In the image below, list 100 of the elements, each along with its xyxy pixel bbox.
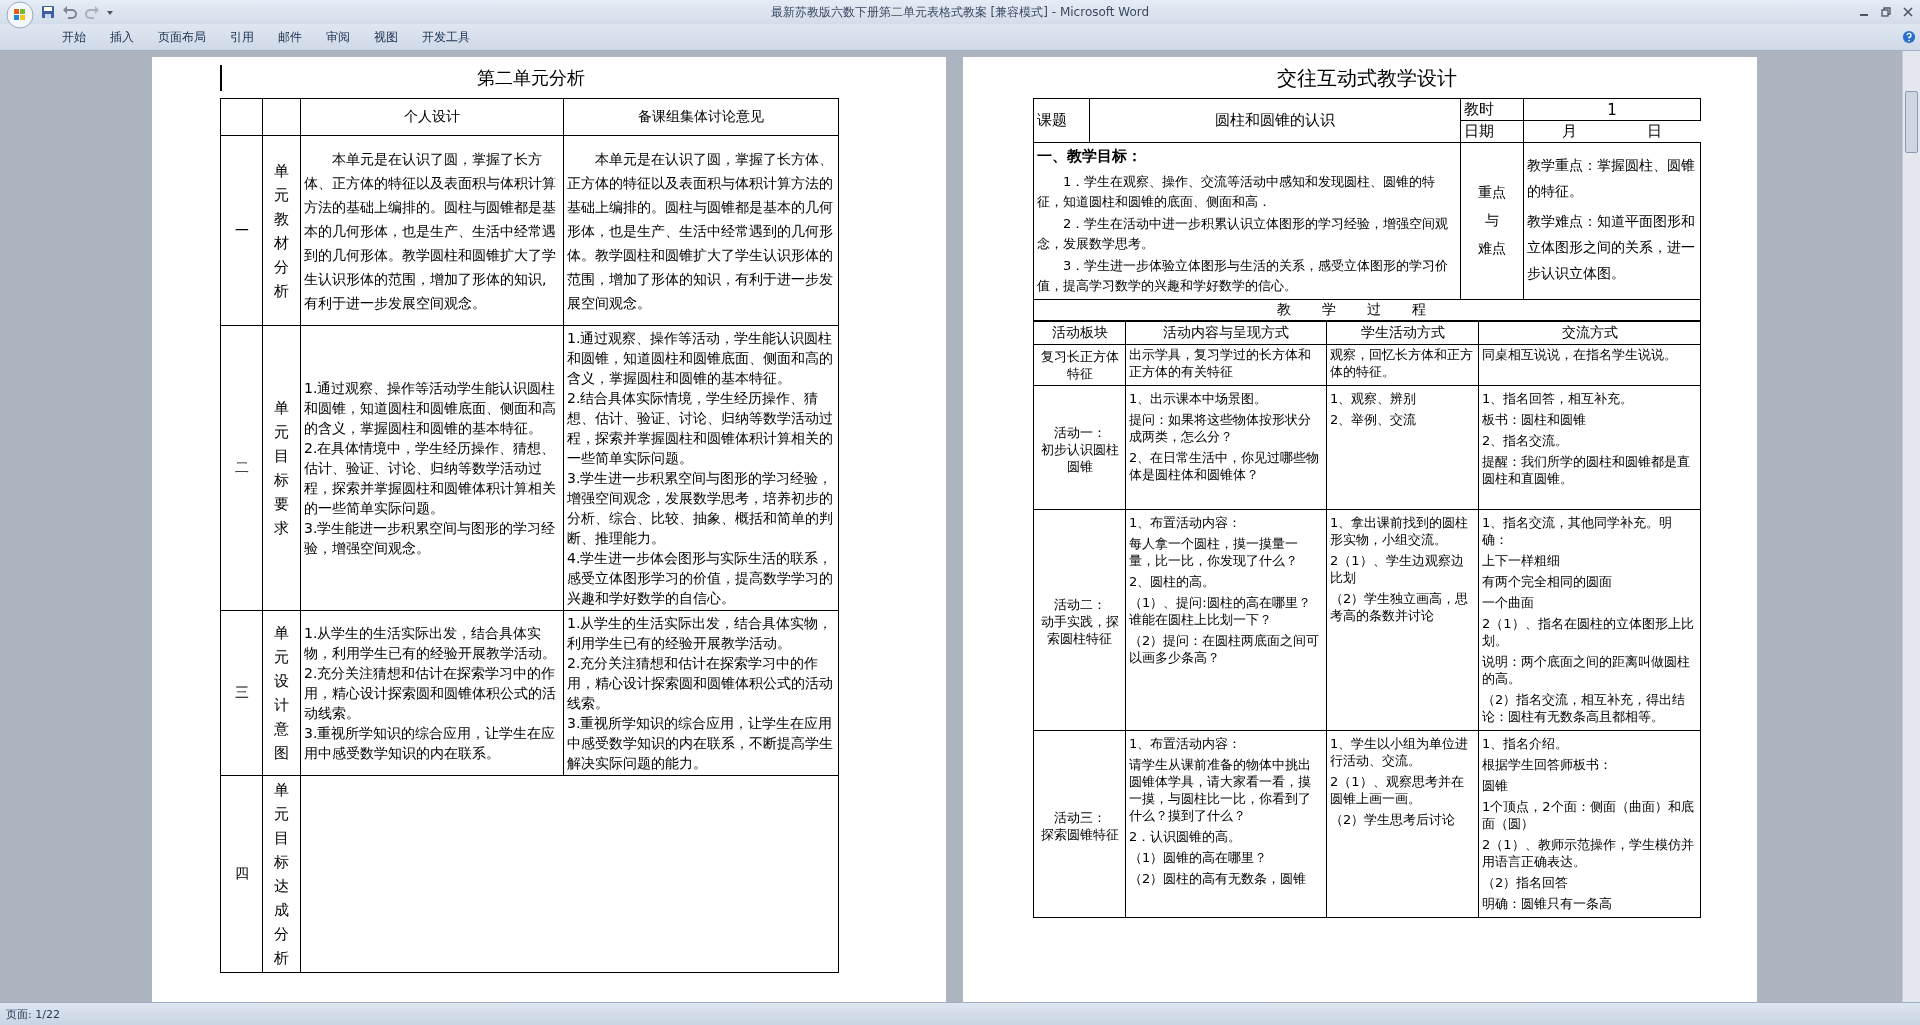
cell-text: 2（1）、观察思考并在圆锥上画一画。 [1330, 773, 1465, 807]
cell-text: （1）圆锥的高在哪里？ [1129, 849, 1269, 866]
month-label: 月 [1562, 122, 1578, 141]
cell-text: 1.通过观察、操作等活动，学生能认识圆柱和圆锥，知道圆柱和圆锥底面、侧面和高的含义，掌握圆柱和圆锥的基本特征。 [567, 329, 834, 388]
field-label: 日期 [1464, 122, 1494, 140]
period-value: 1 [1607, 100, 1617, 119]
section-heading: 一、教学目标： [1037, 147, 1143, 166]
cell-text: 同桌相互说说，在指名学生说说。 [1482, 346, 1678, 363]
cell-text: 1、布置活动内容： [1129, 514, 1243, 531]
cell-text: 提醒：我们所学的圆柱和圆锥都是直圆柱和直圆锥。 [1482, 453, 1691, 487]
cell-text: 2.充分关注猜想和估计在探索学习中的作用，精心设计探索圆和圆锥体积公式的活动线索。 [304, 664, 557, 723]
cell-text: 2（1）、教师示范操作，学生模仿并用语言正确表达。 [1482, 836, 1695, 870]
save-icon[interactable] [40, 4, 56, 20]
cell-text: 2.在具体情境中，学生经历操作、猜想、估计、验证、讨论、归纳等数学活动过程，探索并掌握圆柱和圆锥体积计算相关的一些简单实际问题。 [304, 439, 557, 518]
cell-text: 2、在日常生活中，你见过哪些物体是圆柱体和圆锥体？ [1129, 449, 1321, 483]
activity-label: 动手实践，探索圆柱特征 [1039, 613, 1120, 647]
column-header: 备课组集体讨论意见 [638, 108, 764, 124]
restore-icon[interactable] [1880, 6, 1892, 18]
row-number: 二 [234, 459, 249, 475]
cell-text: 1、指名交流，其他同学补充。明确： [1482, 514, 1674, 548]
cell-text: 2、圆柱的高。 [1129, 573, 1217, 590]
cell-text: 本单元是在认识了圆，掌握了长方体、正方体的特征以及表面积与体积计算方法的基础上编排的。圆柱与圆锥都是基本的几何形体，也是生产、生活中经常遇到的几何形体。教学圆柱和圆锥扩大了学生认识形体的范围，增加了形体的知识,有利于进一步发展空间观念。 [304, 149, 557, 313]
focus-label: 难点 [1478, 240, 1506, 258]
ribbon-tab[interactable]: 邮件 [266, 25, 314, 49]
cell-text: 3.重视所学知识的综合应用，让学生在应用中感受数学知识的内在联系。 [304, 724, 557, 763]
activity-label: 复习长正方体特征 [1039, 348, 1120, 382]
cell-text: 观察，回忆长方体和正方体的特征。 [1330, 346, 1474, 380]
page-count: 页面: 1/22 [6, 1006, 60, 1022]
focus-label: 与 [1485, 212, 1499, 230]
cell-text: （1）、提问:圆柱的高在哪里？谁能在圆柱上比划一下？ [1129, 594, 1312, 628]
row-label: 单元教材分析 [274, 160, 289, 302]
column-header: 活动内容与呈现方式 [1163, 324, 1289, 340]
row-label: 单元设计意图 [274, 623, 289, 764]
cell-text: 1、拿出课前找到的圆柱形实物，小组交流。 [1330, 514, 1470, 548]
day-label: 日 [1647, 122, 1663, 141]
focus-text: 教学难点：知道平面图形和立体图形之间的关系，进一步认识立体图。 [1527, 212, 1696, 283]
cell-text: 2.充分关注猜想和估计在探索学习中的作用，精心设计探索圆和圆锥体积公式的活动线索。 [567, 654, 834, 713]
cell-text: 2（1）、学生边观察边比划 [1330, 552, 1465, 586]
ribbon-tab[interactable]: 页面布局 [146, 25, 218, 49]
column-header: 个人设计 [404, 108, 460, 124]
cell-text: （2）指名回答 [1482, 874, 1570, 891]
lesson-title: 圆柱和圆锥的认识 [1215, 111, 1335, 129]
cell-text: 2、举例、交流 [1330, 411, 1418, 428]
cell-text: 一个曲面 [1482, 594, 1535, 611]
activity-label: 活动一： [1052, 423, 1107, 441]
cell-text: 有两个完全相同的圆面 [1482, 573, 1613, 590]
objective-text: 1．学生在观察、操作、交流等活动中感知和发现圆柱、圆锥的特征，知道圆柱和圆锥的底面、侧面和高． [1037, 173, 1437, 211]
cell-text: 请学生从课前准备的物体中挑出圆锥体学具，请大家看一看，摸一摸，与圆柱比一比，你看到了什么？摸到了什么？ [1129, 756, 1312, 824]
undo-icon[interactable] [62, 4, 78, 20]
cell-text: 提问：如果将这些物体按形状分成两类，怎么分？ [1129, 411, 1312, 445]
cell-text: 明确：圆锥只有一条高 [1482, 895, 1613, 912]
cell-text: 1个顶点，2个面：侧面（曲面）和底面（圆） [1482, 798, 1695, 832]
scrollbar[interactable] [1902, 51, 1920, 1002]
row-number: 四 [234, 865, 249, 881]
page-heading: 交往互动式教学设计 [1276, 65, 1458, 92]
focus-text: 教学重点：掌握圆柱、圆锥的特征。 [1527, 156, 1696, 201]
cell-text: 2.结合具体实际情境，学生经历操作、猜想、估计、验证、讨论、归纳等数学活动过程，探索并掌握圆柱和圆锥体积计算相关的一些简单实际问题。 [567, 389, 834, 468]
row-label: 单元目标达成分析 [274, 780, 289, 969]
cell-text: 本单元是在认识了圆，掌握了长方体、正方体的特征以及表面积与体积计算方法的基础上编排的。圆柱与圆锥都是基本的几何形体，也是生产、生活中经常遇到的几何形体。教学圆柱和圆锥扩大了学生认识形体的范围，增加了形体的知识，有利于进一步发展空间观念。 [567, 149, 834, 313]
activity-label: 初步认识圆柱圆锥 [1039, 440, 1120, 475]
ribbon-tab[interactable]: 审阅 [314, 25, 362, 49]
cell-text: （2）提问：在圆柱两底面之间可以画多少条高？ [1129, 632, 1321, 666]
ribbon-tab[interactable]: 开发工具 [410, 25, 482, 49]
activity-label: 活动二： [1052, 596, 1107, 613]
cell-text: 4.学生进一步体会图形与实际生活的联系，感受立体图形学习的价值，提高数学学习的兴趣和学好数学的自信心。 [567, 549, 834, 608]
cell-text: （2）圆柱的高有无数条，圆锥 [1129, 870, 1308, 887]
help-icon[interactable] [1902, 30, 1916, 44]
cell-text: 2（1）、指名在圆柱的立体图形上比划。 [1482, 615, 1695, 649]
ribbon-tab[interactable]: 视图 [362, 25, 410, 49]
cell-text: 1.从学生的生活实际出发，结合具体实物，利用学生已有的经验开展教学活动。 [304, 624, 557, 663]
ribbon-tab[interactable]: 插入 [98, 25, 146, 49]
cell-text: 3.重视所学知识的综合应用，让学生在应用中感受数学知识的内在联系，不断提高学生解决实际问题的能力。 [567, 714, 834, 773]
cell-text: 3.学生能进一步积累空间与图形的学习经验，增强空间观念。 [304, 519, 557, 558]
row-number: 一 [234, 221, 249, 238]
column-header: 学生活动方式 [1360, 324, 1445, 340]
cell-text: 1.从学生的生活实际出发，结合具体实物，利用学生已有的经验开展教学活动。 [567, 614, 834, 653]
row-label: 单元目标要求 [274, 398, 289, 539]
field-label: 课题 [1037, 111, 1067, 129]
cell-text: 1、学生以小组为单位进行活动、交流。 [1330, 735, 1470, 769]
scroll-thumb[interactable] [1905, 91, 1918, 153]
cell-text: 根据学生回答师板书： [1482, 756, 1613, 773]
cell-text: 板书：圆柱和圆锥 [1482, 411, 1587, 428]
cell-text: 说明：两个底面之间的距离叫做圆柱的高。 [1482, 653, 1691, 687]
column-header: 交流方式 [1561, 324, 1618, 340]
section-heading: 教学过程 [1277, 301, 1457, 317]
ribbon-tab[interactable]: 开始 [50, 25, 98, 49]
cell-text: 圆锥 [1482, 777, 1509, 794]
field-label: 教时 [1464, 100, 1494, 118]
cell-text: 1、指名回答，相互补充。 [1482, 390, 1635, 407]
customize-caret-icon[interactable] [106, 8, 114, 16]
cell-text: 1、布置活动内容： [1129, 735, 1243, 752]
cell-text: 3.学生进一步积累空间与图形的学习经验，增强空间观念，发展数学思考，培养初步的分析、综合、比较、抽象、概括和简单的判断、推理能力。 [567, 469, 834, 548]
activity-label: 活动三： [1052, 808, 1107, 826]
cell-text: （2）指名交流，相互补充，得出结论：圆柱有无数条高且都相等。 [1482, 691, 1687, 725]
close-icon[interactable] [1902, 6, 1914, 18]
cell-text: 2．认识圆锥的高。 [1129, 828, 1243, 845]
cell-text: （2）学生思考后讨论 [1330, 811, 1457, 828]
ribbon-tab[interactable]: 引用 [218, 25, 266, 49]
cell-text: 出示学具，复习学过的长方体和正方体的有关特征 [1129, 346, 1312, 380]
window-title: 最新苏教版六数下册第二单元表格式教案 [兼容模式] - Microsoft Word [769, 3, 1151, 21]
